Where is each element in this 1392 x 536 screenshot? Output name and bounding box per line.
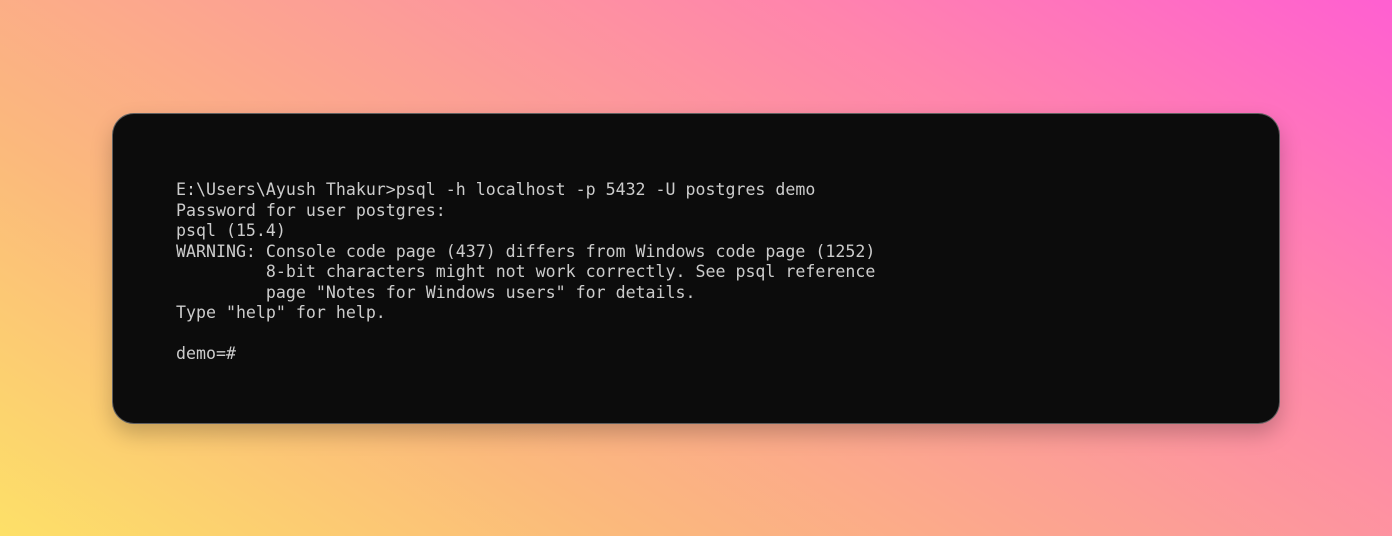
- psql-version-line: psql (15.4): [176, 221, 286, 240]
- password-prompt-line: Password for user postgres:: [176, 200, 446, 220]
- help-hint-line: Type "help" for help.: [176, 303, 386, 322]
- warning-line: WARNING: Console code page (437) differs…: [176, 241, 876, 261]
- warning-detail-line: page "Notes for Windows users" for detai…: [176, 282, 696, 302]
- psql-prompt[interactable]: demo=#: [176, 344, 1279, 365]
- terminal-window[interactable]: E:\Users\Ayush Thakur>psql -h localhost …: [112, 113, 1280, 424]
- warning-detail-line: 8-bit characters might not work correctl…: [176, 262, 876, 281]
- command-line: E:\Users\Ayush Thakur>psql -h localhost …: [176, 180, 816, 199]
